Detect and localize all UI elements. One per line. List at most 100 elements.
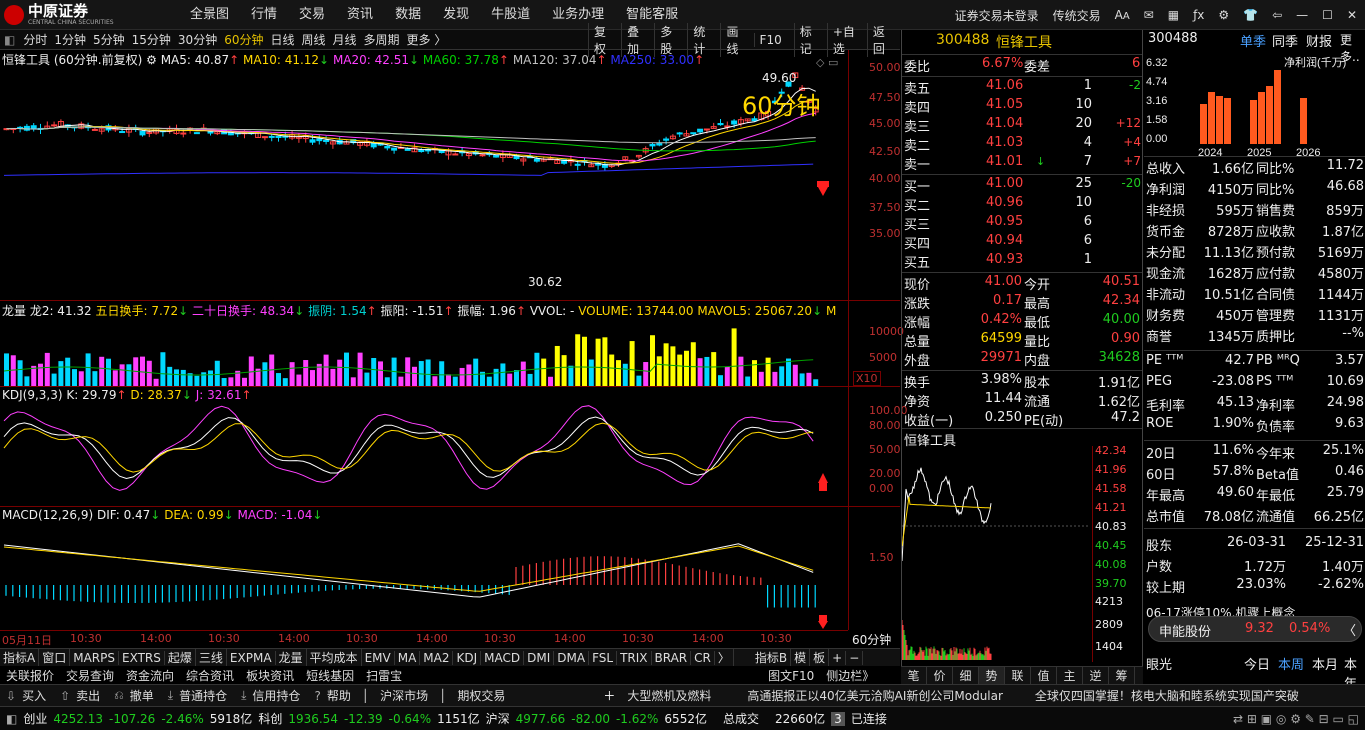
tab-dma[interactable]: DMA	[554, 650, 590, 665]
news-ticker-2[interactable]: 全球仅四国掌握！核电大脑和睦系统实现国产突破	[1035, 687, 1299, 704]
login-status[interactable]: 证券交易未登录	[955, 7, 1039, 24]
index-kc-name[interactable]: 科创	[258, 710, 282, 727]
tab-extrs[interactable]: EXTRS	[119, 650, 165, 665]
info-tab-f10[interactable]: 图文F10	[768, 667, 814, 684]
period-fenshi[interactable]: 分时	[23, 31, 47, 48]
info-tab-minesweeper[interactable]: 扫雷宝	[366, 667, 402, 684]
info-tab-sector[interactable]: 板块资讯	[246, 667, 294, 684]
status-toggle-icon[interactable]: ◧	[6, 712, 17, 726]
period-month[interactable]: 月线	[333, 31, 357, 48]
tab-indicator-b[interactable]: 指标B	[752, 649, 792, 666]
formula-icon[interactable]: ƒx	[1193, 8, 1204, 22]
info-tab-short-gene[interactable]: 短线基因	[306, 667, 354, 684]
panel-toggle-icon[interactable]: ◧	[4, 33, 15, 47]
detail-tab-zhi[interactable]: 值	[1031, 667, 1057, 684]
menu-item-panorama[interactable]: 全景图	[190, 0, 229, 30]
period-more[interactable]: 更多 〉	[407, 31, 447, 48]
credit-holdings-button[interactable]: 信用持仓	[252, 687, 300, 704]
mail-icon[interactable]: ✉	[1144, 8, 1154, 22]
period-60min[interactable]: 60分钟	[224, 31, 263, 48]
period-week[interactable]: 周线	[302, 31, 326, 48]
layout-icons[interactable]: ◇ ▭	[816, 56, 838, 69]
fin-tab-report[interactable]: 财报	[1306, 31, 1332, 50]
shirt-icon[interactable]: 👕	[1243, 8, 1258, 22]
tab-longliang[interactable]: 龙量	[276, 649, 307, 666]
trade-mode[interactable]: 传统交易	[1053, 7, 1101, 24]
sector-ticker[interactable]: 大型燃机及燃料	[627, 687, 711, 704]
tab-dmi[interactable]: DMI	[524, 650, 555, 665]
connection-status[interactable]: 已连接	[851, 710, 887, 727]
info-tab-trade-query[interactable]: 交易查询	[66, 667, 114, 684]
fin-tab-same-quarter[interactable]: 同季	[1272, 31, 1298, 50]
macd-chart-svg[interactable]	[0, 507, 848, 630]
tab-qibao[interactable]: 起爆	[165, 649, 196, 666]
detail-tab-bi[interactable]: 笔	[901, 667, 927, 684]
period-day[interactable]: 日线	[270, 31, 294, 48]
tab-brar[interactable]: BRAR	[652, 650, 692, 665]
tab-avg-cost[interactable]: 平均成本	[307, 649, 362, 666]
tab-trix[interactable]: TRIX	[617, 650, 652, 665]
menu-item-trade[interactable]: 交易	[299, 0, 325, 30]
fin-tab-quarter[interactable]: 单季	[1240, 31, 1266, 50]
bid-row[interactable]: 买四 40.94 6	[902, 233, 1142, 252]
kdj-chart-svg[interactable]	[0, 387, 848, 507]
tab-template[interactable]: 模	[791, 649, 811, 666]
tab-add[interactable]: +	[829, 650, 847, 665]
buy-button[interactable]: 买入	[22, 687, 46, 704]
tab-window[interactable]: 窗口	[39, 649, 71, 666]
tab-cr[interactable]: CR	[691, 650, 715, 665]
tab-board[interactable]: 板	[810, 649, 830, 666]
maximize-icon[interactable]: ☐	[1322, 8, 1333, 22]
tab-ma2[interactable]: MA2	[420, 650, 454, 665]
close-icon[interactable]: ✕	[1347, 8, 1357, 22]
help-button[interactable]: 帮助	[327, 687, 351, 704]
ask-row[interactable]: 卖五 41.06 1 -2	[902, 78, 1142, 97]
detail-tab-jia[interactable]: 价	[927, 667, 953, 684]
ask-row[interactable]: 卖四 41.05 10	[902, 97, 1142, 116]
legend-settings-icon[interactable]: ⚙	[146, 53, 157, 67]
ask-row[interactable]: 卖一 41.01 7 +7	[902, 154, 1142, 173]
detail-tab-xi[interactable]: 细	[953, 667, 979, 684]
normal-holdings-button[interactable]: 普通持仓	[179, 687, 227, 704]
minimize-icon[interactable]: —	[1296, 8, 1308, 22]
info-tab-related[interactable]: 关联报价	[6, 667, 54, 684]
status-tray-icons[interactable]: ⇄ ⊞ ▣ ◎ ⚙ ✎ ⊟ ▭ ◱	[1233, 712, 1359, 726]
tab-indicator-a[interactable]: 指标A	[0, 649, 40, 666]
bid-row[interactable]: 买三 40.95 6	[902, 214, 1142, 233]
info-tab-comprehensive[interactable]: 综合资讯	[186, 667, 234, 684]
popup-quote[interactable]: 申能股份 9.32 0.54% 〈	[1148, 616, 1362, 642]
rank-tab-week[interactable]: 本周	[1278, 654, 1304, 673]
detail-tab-ni[interactable]: 逆	[1083, 667, 1109, 684]
index-cy-name[interactable]: 创业	[23, 710, 47, 727]
tab-sanxian[interactable]: 三线	[196, 649, 227, 666]
tab-marps[interactable]: MARPS	[70, 650, 119, 665]
menu-item-quotes[interactable]: 行情	[251, 0, 277, 30]
bid-row[interactable]: 买二 40.96 10	[902, 195, 1142, 214]
period-1min[interactable]: 1分钟	[54, 31, 86, 48]
gear-icon[interactable]: ⚙	[1218, 8, 1229, 22]
back-icon[interactable]: ⇦	[1272, 8, 1282, 22]
tab-fsl[interactable]: FSL	[589, 650, 618, 665]
ask-row[interactable]: 卖三 41.04 20 +12	[902, 116, 1142, 135]
tool-f10[interactable]: F10	[753, 33, 787, 47]
detail-tab-zhu[interactable]: 主	[1057, 667, 1083, 684]
news-ticker-1[interactable]: 高通据报正以40亿美元洽购AI新创公司Modular	[747, 687, 1003, 704]
menu-item-news[interactable]: 资讯	[347, 0, 373, 30]
tab-scroll-right[interactable]: 〉	[715, 649, 734, 666]
menu-item-bull[interactable]: 牛股道	[491, 0, 530, 30]
rank-tab-today[interactable]: 今日	[1244, 654, 1270, 673]
index-hs-name[interactable]: 沪深	[486, 710, 510, 727]
ask-row[interactable]: 卖二 41.03 4 +4	[902, 135, 1142, 154]
options-trade-button[interactable]: 期权交易	[457, 687, 505, 704]
rank-tab-month[interactable]: 本月	[1312, 654, 1338, 673]
info-tab-fund-flow[interactable]: 资金流向	[126, 667, 174, 684]
tab-ma[interactable]: MA	[395, 650, 421, 665]
menu-item-discover[interactable]: 发现	[443, 0, 469, 30]
market-selector[interactable]: 沪深市场	[380, 687, 428, 704]
bid-row[interactable]: 买一 41.00 25 -20	[902, 176, 1142, 195]
font-size-icon[interactable]: AA	[1115, 8, 1130, 22]
detail-tab-lian[interactable]: 联	[1005, 667, 1031, 684]
detail-tab-chou[interactable]: 筹	[1109, 667, 1135, 684]
period-multi[interactable]: 多周期	[364, 31, 400, 48]
info-tab-sidebar[interactable]: 侧边栏》	[826, 667, 874, 684]
